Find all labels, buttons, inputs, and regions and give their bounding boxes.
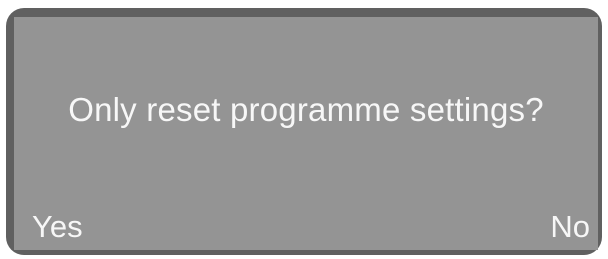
lcd-screen: Only reset programme settings? Yes No [14,17,598,250]
confirmation-message: Only reset programme settings? [68,91,544,128]
yes-option[interactable]: Yes [32,211,83,242]
no-option[interactable]: No [550,211,590,242]
